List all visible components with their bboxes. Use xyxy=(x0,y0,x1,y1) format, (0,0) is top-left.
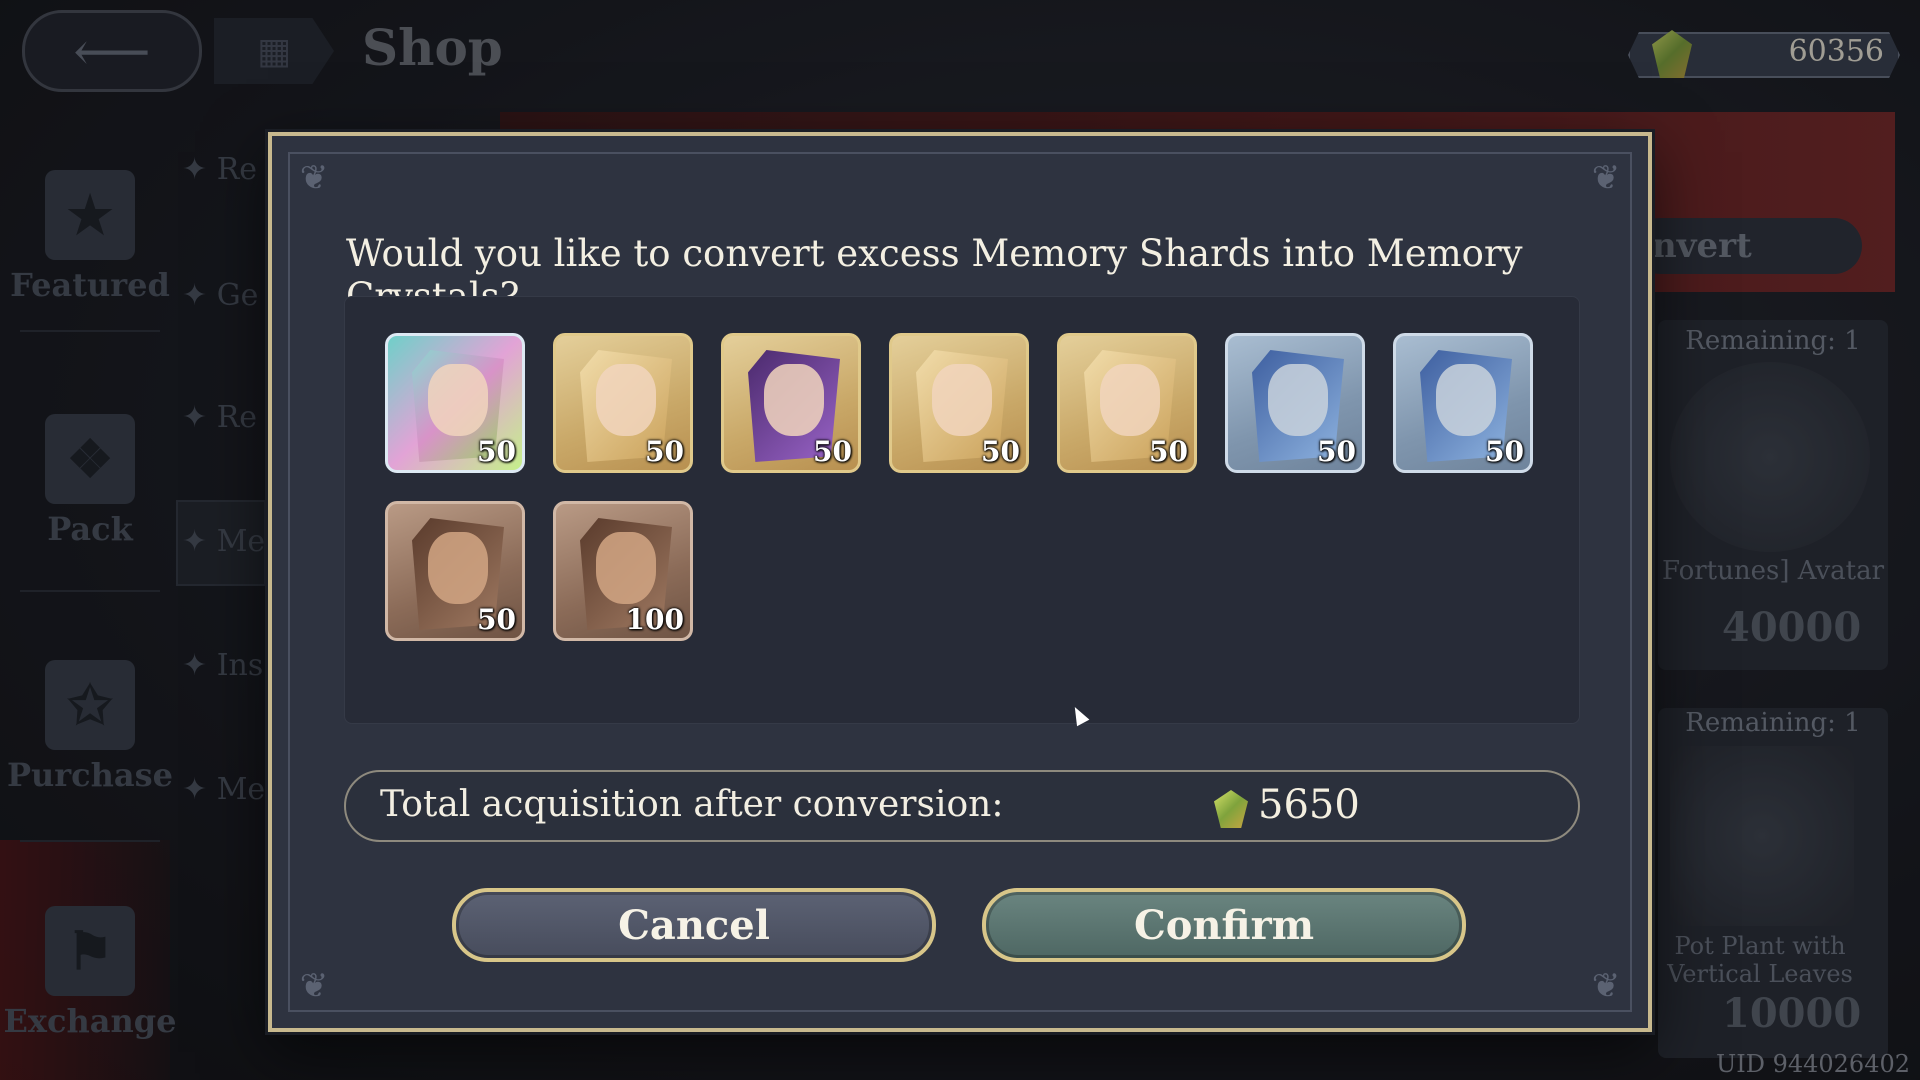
shard-count: 100 xyxy=(625,603,684,636)
memory-shard-item[interactable]: 50 xyxy=(1225,333,1365,473)
character-portrait xyxy=(764,364,824,436)
shard-count: 50 xyxy=(1149,435,1188,468)
memory-crystal-icon xyxy=(1214,790,1248,828)
cancel-button[interactable]: Cancel xyxy=(452,888,936,962)
shard-count: 50 xyxy=(813,435,852,468)
corner-ornament-icon: ❦ xyxy=(299,158,329,198)
corner-ornament-icon: ❦ xyxy=(1591,158,1621,198)
character-portrait xyxy=(428,532,488,604)
character-portrait xyxy=(932,364,992,436)
character-portrait xyxy=(1100,364,1160,436)
character-portrait xyxy=(596,364,656,436)
total-acquisition-bar: Total acquisition after conversion: 5650 xyxy=(344,770,1580,842)
memory-shard-item[interactable]: 50 xyxy=(385,333,525,473)
character-portrait xyxy=(596,532,656,604)
shard-list: 50 50 50 50 50 50 50 50 100 xyxy=(344,296,1580,724)
conversion-dialog: ❦ ❦ ❦ ❦ Would you like to convert excess… xyxy=(268,132,1652,1032)
memory-shard-item[interactable]: 50 xyxy=(553,333,693,473)
shard-count: 50 xyxy=(1485,435,1524,468)
memory-shard-item[interactable]: 50 xyxy=(889,333,1029,473)
shard-count: 50 xyxy=(477,435,516,468)
shard-count: 50 xyxy=(645,435,684,468)
memory-shard-item[interactable]: 50 xyxy=(385,501,525,641)
memory-shard-item[interactable]: 50 xyxy=(721,333,861,473)
corner-ornament-icon: ❦ xyxy=(299,966,329,1006)
shard-count: 50 xyxy=(981,435,1020,468)
character-portrait xyxy=(428,364,488,436)
memory-shard-item[interactable]: 50 xyxy=(1393,333,1533,473)
character-portrait xyxy=(1436,364,1496,436)
confirm-button[interactable]: Confirm xyxy=(982,888,1466,962)
memory-shard-item[interactable]: 100 xyxy=(553,501,693,641)
shard-count: 50 xyxy=(1317,435,1356,468)
memory-shard-item[interactable]: 50 xyxy=(1057,333,1197,473)
shard-count: 50 xyxy=(477,603,516,636)
corner-ornament-icon: ❦ xyxy=(1591,966,1621,1006)
total-value: 5650 xyxy=(1258,782,1360,828)
character-portrait xyxy=(1268,364,1328,436)
total-label: Total acquisition after conversion: xyxy=(380,784,1004,825)
